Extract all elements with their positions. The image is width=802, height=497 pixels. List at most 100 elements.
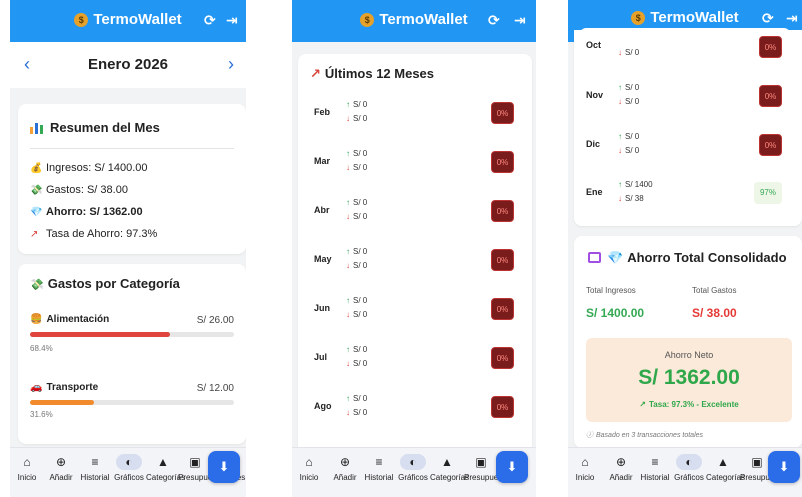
nav-inicio[interactable]: ⌂ Inicio: [10, 454, 44, 482]
nav-label: Gráficos: [398, 473, 428, 482]
category-icon: ▲: [157, 455, 169, 469]
nav-label: Añadir: [609, 473, 633, 482]
nav-categorias[interactable]: ▲ Categorías: [146, 454, 185, 482]
gem-icon: 💎: [30, 207, 43, 218]
month-row-ago[interactable]: Ago ↑ S/ 0 ↓ S/ 0 0%: [308, 388, 522, 428]
total-gastos-label: Total Gastos: [692, 286, 737, 295]
nav-historial[interactable]: ≡ Historial: [362, 454, 396, 482]
download-icon: ⬇: [218, 459, 230, 474]
month-row-oct[interactable]: Oct ↓ S/ 0 0%: [580, 28, 790, 68]
nav-label: Añadir: [49, 473, 73, 482]
history-title-row: ↗ Últimos 12 Meses: [310, 66, 434, 82]
arrow-down-icon: ↓: [618, 97, 622, 106]
month-name: Mar: [314, 156, 331, 166]
month-income: ↑ S/ 0: [618, 83, 639, 92]
app-header: $ TermoWallet ⟳ ⇥: [10, 0, 246, 42]
month-row-dic[interactable]: Dic ↑ S/ 0 ↓ S/ 0 0%: [580, 126, 790, 166]
summary-ingresos: 💰 Ingresos: S/ 1400.00: [30, 162, 148, 174]
bottom-navigation: ⌂ Inicio ⊕ Añadir ≡ Historial ◐ Gráficos ▲ Ca…: [292, 447, 536, 497]
nav-categorias[interactable]: ▲ Categorías: [706, 454, 745, 482]
savings-rate-badge: 0%: [491, 396, 514, 418]
category-alimentacion[interactable]: 🍔 Alimentación: [30, 314, 109, 325]
nav-inicio[interactable]: ⌂ Inicio: [568, 454, 602, 482]
home-icon: ⌂: [581, 455, 589, 469]
month-income: ↑ S/ 0: [346, 198, 367, 207]
category-bar-fill: [30, 400, 95, 405]
nav-historial[interactable]: ≡ Historial: [638, 454, 672, 482]
nav-anadir[interactable]: ⊕ Añadir: [328, 454, 362, 482]
month-name: Jun: [314, 303, 331, 313]
gastos-text: Gastos: S/ 38.00: [46, 184, 128, 196]
logout-icon[interactable]: ⇥: [226, 12, 238, 29]
expense-value: S/ 0: [353, 408, 368, 417]
month-name: Oct: [586, 40, 602, 50]
savings-rate-badge: 0%: [491, 151, 514, 173]
nav-presupuesto[interactable]: ▣ Presupuesto: [178, 454, 223, 482]
category-amount: S/ 12.00: [196, 383, 234, 394]
arrow-up-icon: ↑: [346, 149, 350, 158]
expense-value: S/ 0: [353, 212, 368, 221]
month-row-may[interactable]: May ↑ S/ 0 ↓ S/ 0 0%: [308, 241, 522, 281]
download-fab[interactable]: ⬇: [496, 451, 528, 483]
nav-categorias[interactable]: ▲ Categorías: [430, 454, 469, 482]
nav-historial[interactable]: ≡ Historial: [78, 454, 112, 482]
arrow-down-icon: ↓: [346, 212, 350, 221]
category-transporte[interactable]: 🚗 Transporte: [30, 382, 98, 393]
month-name: Jul: [314, 352, 328, 362]
arrow-up-icon: ↑: [346, 198, 350, 207]
month-row-jun[interactable]: Jun ↑ S/ 0 ↓ S/ 0 0%: [308, 290, 522, 330]
info-icon: ⓘ: [586, 432, 593, 439]
category-bar-track: [30, 332, 234, 337]
net-savings-label: Ahorro Neto: [664, 350, 714, 360]
month-name: May: [314, 254, 332, 264]
add-circle-icon: ⊕: [55, 455, 67, 469]
arrow-up-icon: ↑: [346, 247, 350, 256]
category-percent: 68.4%: [30, 344, 53, 353]
month-row-jul[interactable]: Jul ↑ S/ 0 ↓ S/ 0 0%: [308, 339, 522, 379]
month-row-abr[interactable]: Abr ↑ S/ 0 ↓ S/ 0 0%: [308, 192, 522, 232]
money-bag-icon: 💰: [30, 163, 43, 174]
savings-rate-badge: 0%: [759, 85, 782, 107]
add-circle-icon: ⊕: [615, 455, 627, 469]
screen-last-12-months: $ TermoWallet ⟳ ⇥ ↗ Últimos 12 Meses Feb ↑ S…: [292, 0, 536, 497]
category-title-row: 💸 Gastos por Categoría: [30, 276, 180, 291]
income-value: S/ 0: [353, 100, 368, 109]
refresh-icon[interactable]: ⟳: [204, 12, 216, 29]
month-row-feb[interactable]: Feb ↑ S/ 0 ↓ S/ 0 0%: [308, 94, 522, 134]
month-row-mar[interactable]: Mar ↑ S/ 0 ↓ S/ 0 0%: [308, 143, 522, 183]
arrow-up-icon: ↑: [346, 100, 350, 109]
next-month-button[interactable]: ›: [228, 54, 234, 75]
month-selector: ‹ Enero 2026 ›: [10, 42, 246, 88]
nav-graficos[interactable]: ◐ Gráficos: [672, 454, 706, 482]
refresh-icon[interactable]: ⟳: [488, 12, 500, 29]
savings-rate-badge: 0%: [491, 249, 514, 271]
nav-anadir[interactable]: ⊕ Añadir: [44, 454, 78, 482]
list-icon: ≡: [91, 455, 99, 469]
download-fab[interactable]: ⬇: [208, 451, 240, 483]
month-expense: ↓ S/ 0: [346, 114, 367, 123]
refresh-icon[interactable]: ⟳: [762, 10, 774, 27]
summary-title-row: Resumen del Mes: [30, 120, 160, 135]
month-name: Ago: [314, 401, 332, 411]
nav-anadir[interactable]: ⊕ Añadir: [604, 454, 638, 482]
nav-graficos[interactable]: ◐ Gráficos: [396, 454, 430, 482]
bottom-navigation: ⌂ Inicio ⊕ Añadir ≡ Historial ◐ Gráficos ▲ Ca…: [10, 447, 246, 497]
category-title: Gastos por Categoría: [47, 276, 180, 291]
arrow-down-icon: ↓: [618, 194, 622, 203]
income-value: S/ 0: [353, 247, 368, 256]
nav-presupuesto[interactable]: ▣ Presupuesto: [464, 454, 509, 482]
nav-label: Presupuesto: [464, 473, 509, 482]
nav-inicio[interactable]: ⌂ Inicio: [292, 454, 326, 482]
arrow-down-icon: ↓: [346, 359, 350, 368]
money-bag-icon: $: [631, 11, 646, 25]
expense-value: S/ 0: [625, 97, 640, 106]
income-value: S/ 0: [353, 345, 368, 354]
logout-icon[interactable]: ⇥: [514, 12, 526, 29]
month-row-nov[interactable]: Nov ↑ S/ 0 ↓ S/ 0 0%: [580, 77, 790, 117]
download-fab[interactable]: ⬇: [768, 451, 800, 483]
total-ingresos-value: S/ 1400.00: [586, 306, 645, 320]
logout-icon[interactable]: ⇥: [786, 10, 798, 27]
month-income: ↑ S/ 0: [346, 345, 367, 354]
nav-graficos[interactable]: ◐ Gráficos: [112, 454, 146, 482]
month-row-ene[interactable]: Ene ↑ S/ 1400 ↓ S/ 38 97%: [580, 174, 790, 214]
